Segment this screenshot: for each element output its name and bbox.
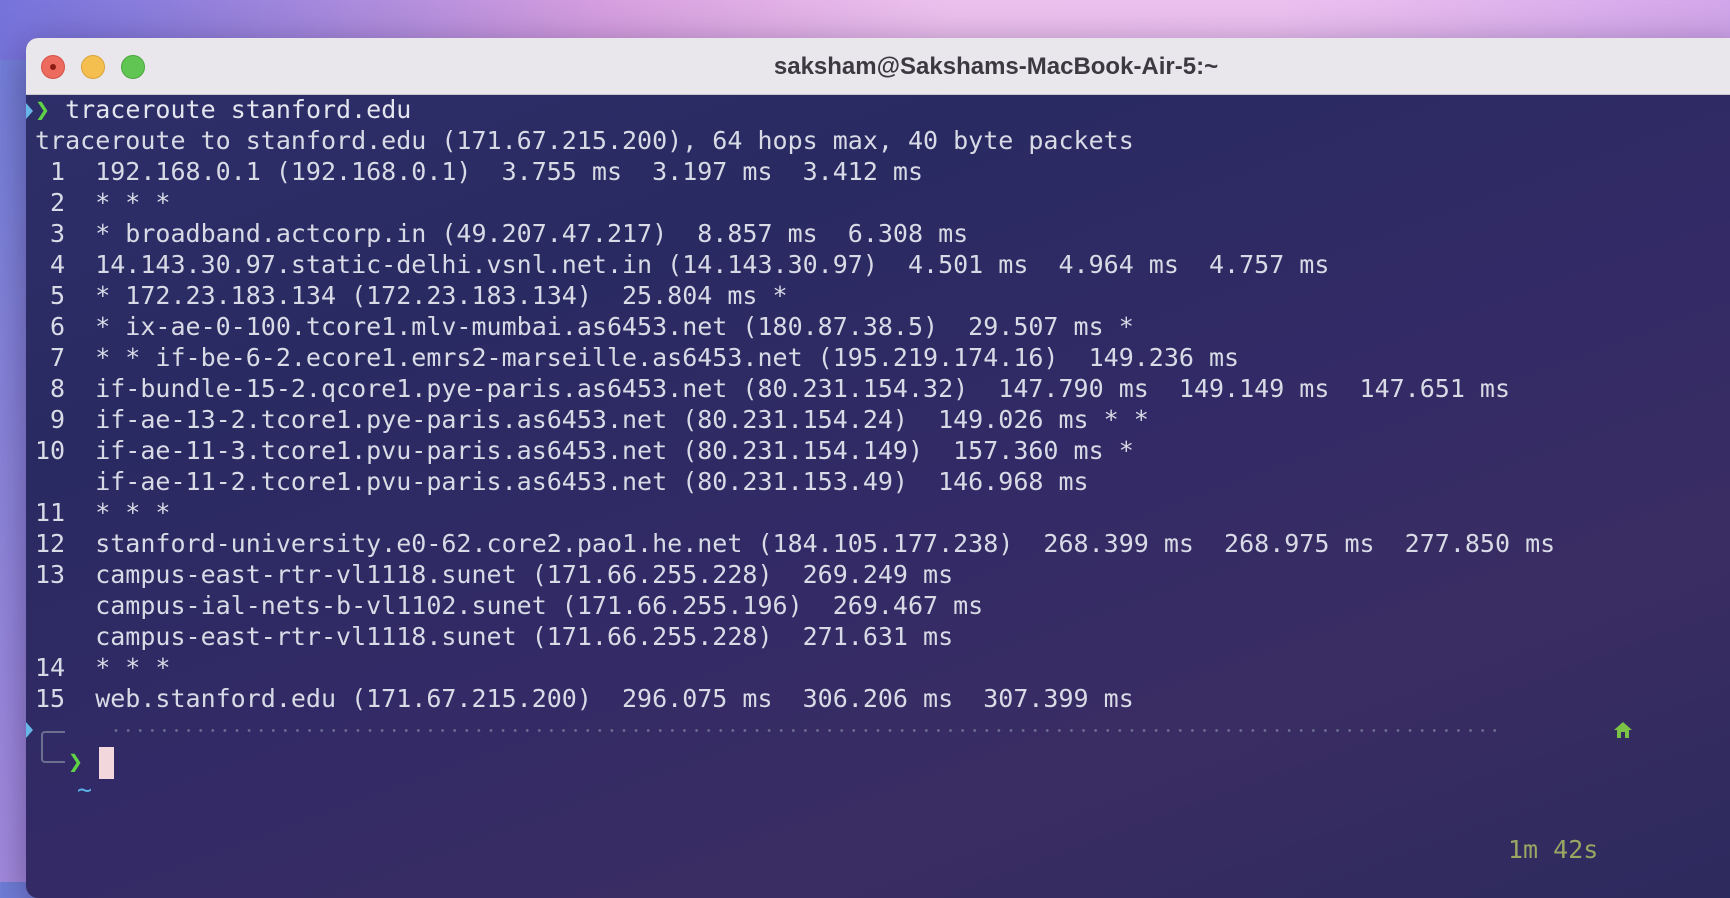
input-prompt-chevron-icon: ❯	[68, 747, 84, 776]
prompt-chevron-icon: ❯	[35, 95, 51, 124]
output-line: 10 if-ae-11-3.tcore1.pvu-paris.as6453.ne…	[35, 436, 1134, 465]
output-line: 14 * * *	[35, 653, 171, 682]
output-line: 11 * * *	[35, 498, 171, 527]
command-duration: 1m 42s	[1508, 835, 1599, 864]
output-line: 1 192.168.0.1 (192.168.0.1) 3.755 ms 3.1…	[35, 157, 924, 186]
output-line: if-ae-11-2.tcore1.pvu-paris.as6453.net (…	[35, 467, 1089, 496]
output-line: 8 if-bundle-15-2.qcore1.pye-paris.as6453…	[35, 374, 1511, 403]
output-line: 2 * * *	[35, 188, 171, 217]
output-line: 15 web.stanford.edu (171.67.215.200) 296…	[35, 684, 1134, 713]
terminal-content[interactable]: ❯ traceroute stanford.edu traceroute to …	[26, 95, 1730, 898]
prompt-status-row: ~ 1m 42s syste	[26, 715, 1730, 898]
title-bar[interactable]: saksham@Sakshams-MacBook-Air-5:~	[26, 38, 1730, 95]
output-line: 5 * 172.23.183.134 (172.23.183.134) 25.8…	[35, 281, 788, 310]
command-text: traceroute stanford.edu	[65, 95, 412, 124]
output-line: traceroute to stanford.edu (171.67.215.2…	[35, 126, 1134, 155]
terminal-window: saksham@Sakshams-MacBook-Air-5:~ ❯ trace…	[26, 38, 1730, 898]
output-line: campus-east-rtr-vl1118.sunet (171.66.255…	[35, 622, 954, 651]
command-line: ❯ traceroute stanford.edu	[35, 95, 411, 125]
output-line: 13 campus-east-rtr-vl1118.sunet (171.66.…	[35, 560, 954, 589]
prompt-marker-icon	[26, 103, 33, 119]
window-title: saksham@Sakshams-MacBook-Air-5:~	[773, 53, 1219, 80]
output-line: 4 14.143.30.97.static-delhi.vsnl.net.in …	[35, 250, 1330, 279]
prompt-marker-icon	[26, 722, 33, 738]
output-line: 3 * broadband.actcorp.in (49.207.47.217)…	[35, 219, 969, 248]
prompt-connector	[41, 731, 65, 763]
text-cursor[interactable]	[99, 747, 114, 779]
status-dot-leader	[110, 729, 1504, 732]
output-line: campus-ial-nets-b-vl1102.sunet (171.66.2…	[35, 591, 984, 620]
current-path: ~	[77, 775, 93, 804]
output-line: 12 stanford-university.e0-62.core2.pao1.…	[35, 529, 1556, 558]
output-line: 6 * ix-ae-0-100.tcore1.mlv-mumbai.as6453…	[35, 312, 1134, 341]
output-line: 9 if-ae-13-2.tcore1.pye-paris.as6453.net…	[35, 405, 1149, 434]
output-line: 7 * * if-be-6-2.ecore1.emrs2-marseille.a…	[35, 343, 1240, 372]
home-icon	[1614, 722, 1632, 738]
